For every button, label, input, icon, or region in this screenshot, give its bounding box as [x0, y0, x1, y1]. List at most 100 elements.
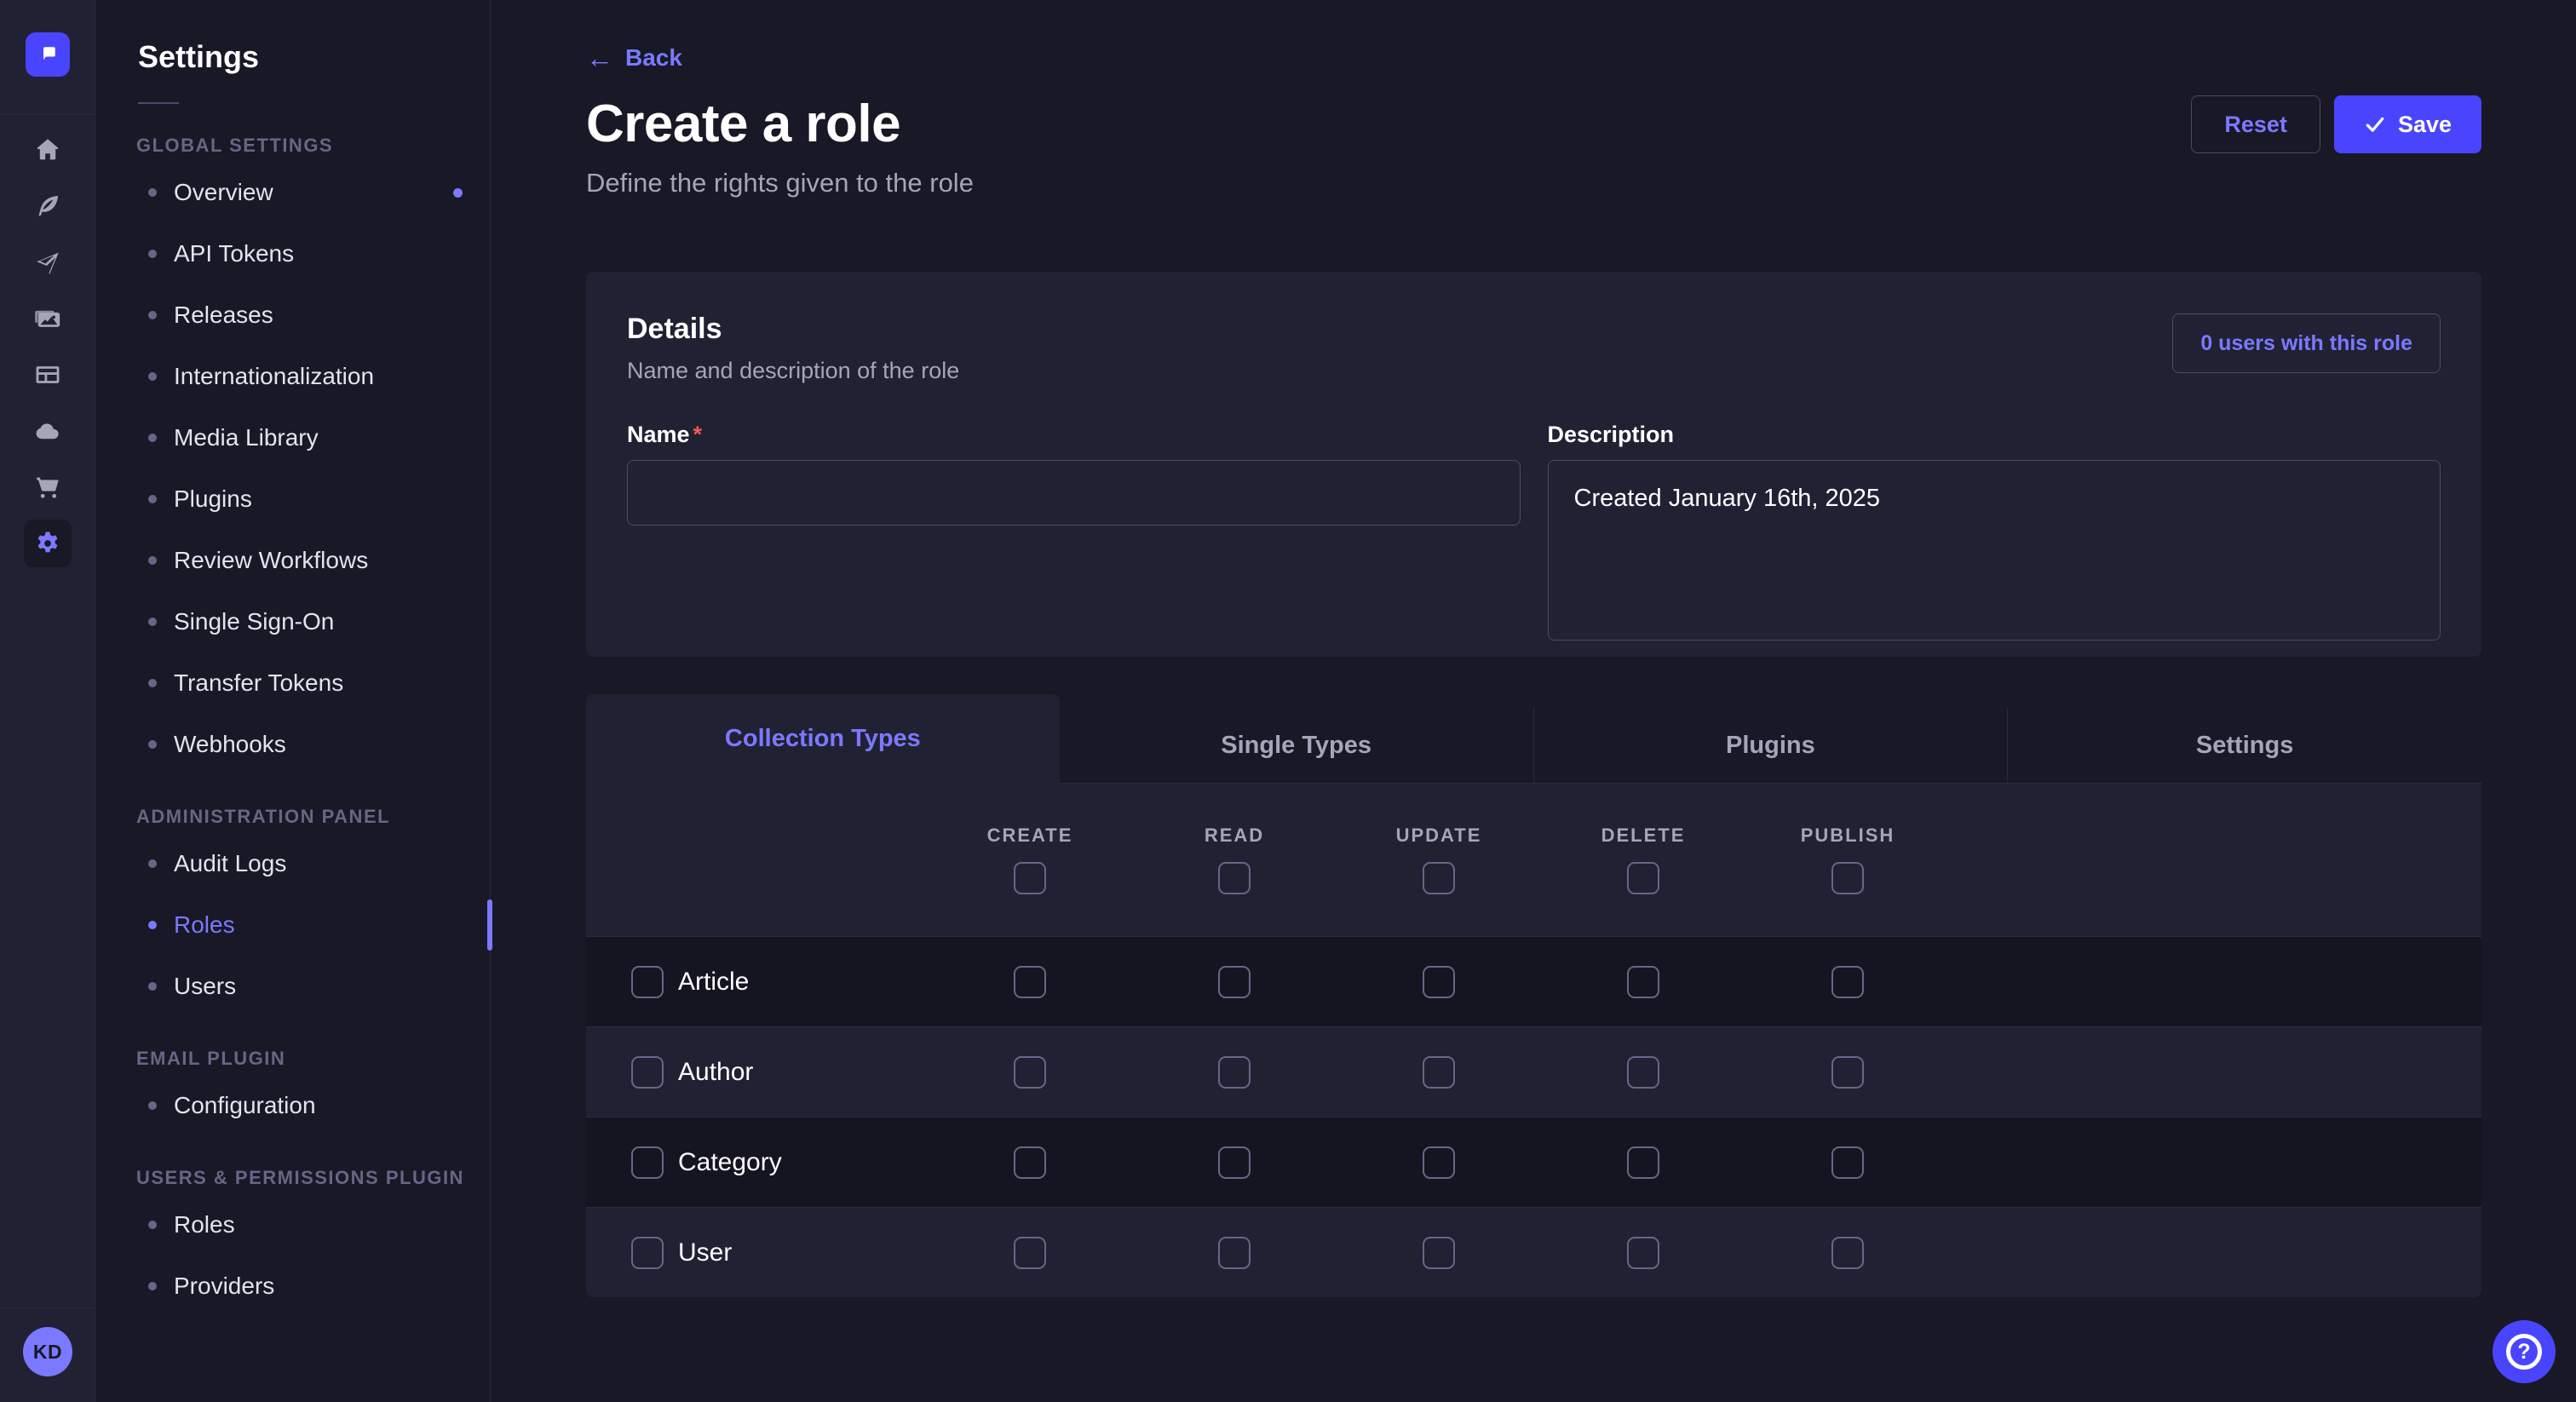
- deploy-paper-plane-icon[interactable]: [33, 248, 62, 277]
- user-delete-checkbox[interactable]: [1627, 1237, 1659, 1269]
- bullet-icon: [148, 982, 157, 991]
- column-read: READ: [1132, 825, 1337, 847]
- bullet-icon: [148, 188, 157, 197]
- bullet-icon: [148, 311, 157, 319]
- description-textarea[interactable]: Created January 16th, 2025: [1548, 460, 2441, 641]
- bullet-icon: [148, 679, 157, 687]
- user-read-checkbox[interactable]: [1218, 1237, 1251, 1269]
- author-delete-checkbox[interactable]: [1627, 1056, 1659, 1089]
- strapi-logo-icon: [35, 42, 60, 67]
- sidebar-item-providers[interactable]: Providers: [95, 1255, 490, 1317]
- back-link[interactable]: ← Back: [586, 44, 682, 72]
- permissions-tabbar: Collection Types Single Types Plugins Se…: [586, 694, 2481, 784]
- article-update-checkbox[interactable]: [1423, 966, 1455, 998]
- author-publish-checkbox[interactable]: [1831, 1056, 1864, 1089]
- home-icon[interactable]: [33, 135, 62, 164]
- permissions-header: CREATE READ UPDATE DELETE PUBLISH: [586, 784, 2481, 936]
- reset-button[interactable]: Reset: [2191, 95, 2320, 153]
- select-all-read-checkbox[interactable]: [1218, 862, 1251, 894]
- tab-collection-types[interactable]: Collection Types: [586, 694, 1060, 784]
- select-all-publish-checkbox[interactable]: [1831, 862, 1864, 894]
- settings-gear-icon[interactable]: [33, 529, 62, 558]
- sidebar-item-plugins[interactable]: Plugins: [95, 468, 490, 530]
- details-title: Details: [627, 313, 2441, 346]
- article-delete-checkbox[interactable]: [1627, 966, 1659, 998]
- sidebar-item-media-library[interactable]: Media Library: [95, 407, 490, 468]
- user-avatar[interactable]: KD: [23, 1327, 72, 1376]
- category-read-checkbox[interactable]: [1218, 1146, 1251, 1179]
- sidebar-item-webhooks[interactable]: Webhooks: [95, 714, 490, 775]
- page-header: Create a role Define the rights given to…: [586, 94, 2481, 198]
- content-manager-layout-icon[interactable]: [33, 360, 62, 389]
- section-email-plugin: EMAIL PLUGIN: [136, 1048, 490, 1070]
- sidebar-item-single-sign-on[interactable]: Single Sign-On: [95, 591, 490, 652]
- sidebar-item-overview[interactable]: Overview: [95, 162, 490, 223]
- help-button[interactable]: ?: [2493, 1320, 2556, 1383]
- select-all-row: [586, 862, 2481, 894]
- category-publish-checkbox[interactable]: [1831, 1146, 1864, 1179]
- users-with-role-button[interactable]: 0 users with this role: [2172, 313, 2441, 373]
- rail-divider-bottom: [0, 1307, 95, 1308]
- article-read-checkbox[interactable]: [1218, 966, 1251, 998]
- select-all-create-checkbox[interactable]: [1014, 862, 1046, 894]
- row-label: User: [678, 1238, 732, 1267]
- column-update: UPDATE: [1337, 825, 1541, 847]
- sidebar-item-transfer-tokens[interactable]: Transfer Tokens: [95, 652, 490, 714]
- article-create-checkbox[interactable]: [1014, 966, 1046, 998]
- media-library-icon[interactable]: [33, 304, 62, 333]
- row-label: Author: [678, 1058, 753, 1087]
- bullet-icon: [148, 1282, 157, 1290]
- sidebar-item-internationalization[interactable]: Internationalization: [95, 346, 490, 407]
- sidebar-title-rule: [138, 102, 179, 104]
- category-row-checkbox[interactable]: [631, 1146, 664, 1179]
- permission-row-author: Author: [586, 1026, 2481, 1117]
- sidebar-item-releases[interactable]: Releases: [95, 284, 490, 346]
- sidebar-title: Settings: [95, 0, 490, 75]
- author-row-checkbox[interactable]: [631, 1056, 664, 1089]
- strapi-logo[interactable]: [26, 32, 70, 77]
- notification-dot: [453, 188, 463, 198]
- sidebar-item-audit-logs[interactable]: Audit Logs: [95, 833, 490, 894]
- tab-settings[interactable]: Settings: [2007, 708, 2481, 784]
- tab-plugins[interactable]: Plugins: [1533, 708, 2008, 784]
- tab-single-types[interactable]: Single Types: [1060, 708, 1533, 784]
- user-publish-checkbox[interactable]: [1831, 1237, 1864, 1269]
- sidebar-item-api-tokens[interactable]: API Tokens: [95, 223, 490, 284]
- author-read-checkbox[interactable]: [1218, 1056, 1251, 1089]
- cloud-icon[interactable]: [33, 417, 62, 445]
- back-label: Back: [625, 44, 682, 72]
- required-asterisk: *: [693, 422, 703, 447]
- name-input[interactable]: [627, 460, 1521, 526]
- permission-row-category: Category: [586, 1117, 2481, 1207]
- column-create: CREATE: [928, 825, 1132, 847]
- user-row-checkbox[interactable]: [631, 1237, 664, 1269]
- sidebar-item-roles-admin[interactable]: Roles: [95, 894, 490, 956]
- bullet-icon: [148, 556, 157, 565]
- marketplace-cart-icon[interactable]: [33, 473, 62, 502]
- select-all-update-checkbox[interactable]: [1423, 862, 1455, 894]
- main-content: ← Back Create a role Define the rights g…: [492, 0, 2576, 1402]
- column-delete: DELETE: [1541, 825, 1745, 847]
- details-card: Details Name and description of the role…: [586, 272, 2481, 657]
- article-publish-checkbox[interactable]: [1831, 966, 1864, 998]
- section-administration-panel: ADMINISTRATION PANEL: [136, 806, 490, 828]
- article-row-checkbox[interactable]: [631, 966, 664, 998]
- category-update-checkbox[interactable]: [1423, 1146, 1455, 1179]
- select-all-delete-checkbox[interactable]: [1627, 862, 1659, 894]
- permission-row-article: Article: [586, 936, 2481, 1026]
- author-update-checkbox[interactable]: [1423, 1056, 1455, 1089]
- sidebar-item-users[interactable]: Users: [95, 956, 490, 1017]
- user-update-checkbox[interactable]: [1423, 1237, 1455, 1269]
- bullet-icon: [148, 859, 157, 868]
- category-create-checkbox[interactable]: [1014, 1146, 1046, 1179]
- sidebar-item-roles-up[interactable]: Roles: [95, 1194, 490, 1255]
- sidebar-item-configuration[interactable]: Configuration: [95, 1075, 490, 1136]
- bullet-icon: [148, 740, 157, 749]
- content-builder-feather-icon[interactable]: [33, 192, 62, 221]
- sidebar-item-review-workflows[interactable]: Review Workflows: [95, 530, 490, 591]
- category-delete-checkbox[interactable]: [1627, 1146, 1659, 1179]
- user-create-checkbox[interactable]: [1014, 1237, 1046, 1269]
- permission-row-user: User: [586, 1207, 2481, 1297]
- save-button[interactable]: Save: [2334, 95, 2481, 153]
- author-create-checkbox[interactable]: [1014, 1056, 1046, 1089]
